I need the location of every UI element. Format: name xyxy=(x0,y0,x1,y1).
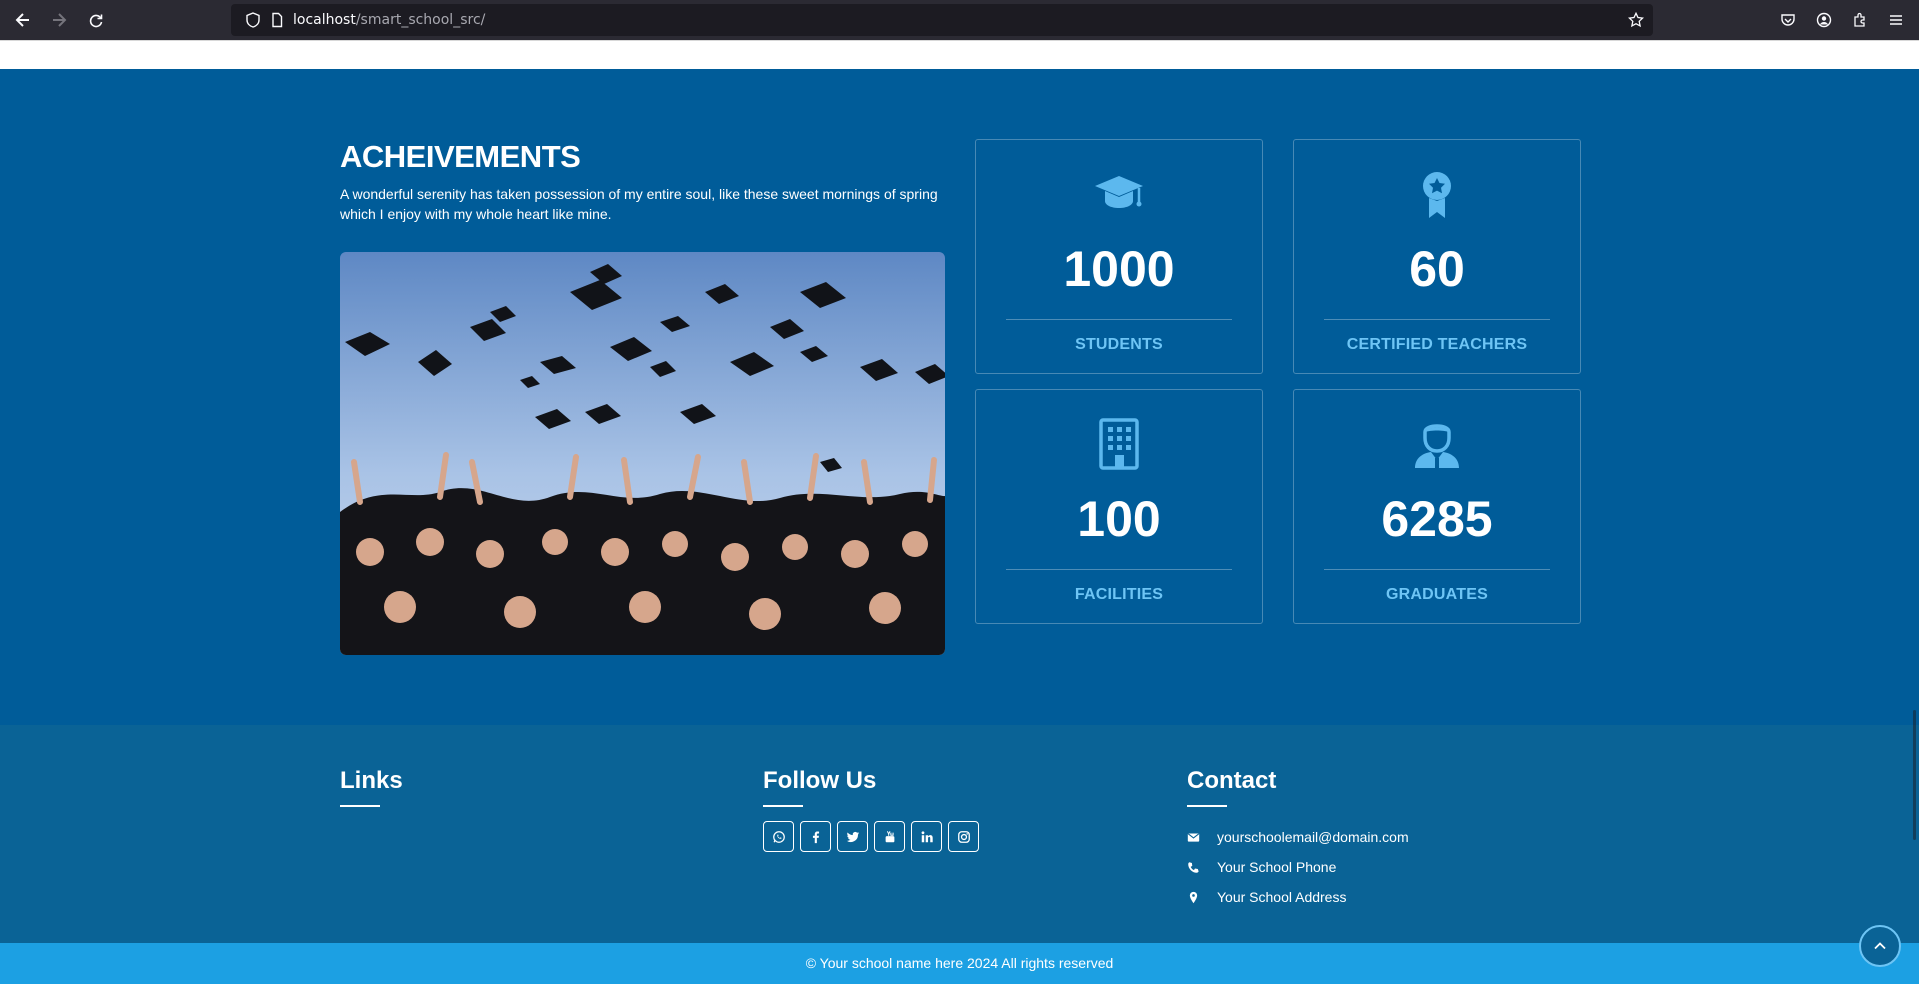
stat-label: FACILITIES xyxy=(1074,586,1164,603)
graduation-cap-icon xyxy=(976,168,1262,220)
envelope-icon xyxy=(1187,831,1217,844)
stat-value: 1000 xyxy=(1063,241,1175,297)
contact-email-row[interactable]: yourschoolemail@domain.com xyxy=(1187,827,1409,847)
linkedin-button[interactable] xyxy=(911,821,942,852)
twitter-button[interactable] xyxy=(837,821,868,852)
stat-card-facilities: 100 FACILITIES xyxy=(975,389,1263,624)
follow-us-heading: Follow Us xyxy=(763,767,877,794)
stat-value: 60 xyxy=(1409,241,1465,297)
url-text[interactable]: localhost/smart_school_src/ xyxy=(293,12,485,28)
heading-underline xyxy=(340,805,380,807)
stat-value: 100 xyxy=(1077,491,1161,547)
heading-underline xyxy=(763,805,803,807)
heading-underline xyxy=(1187,805,1227,807)
facebook-icon xyxy=(812,830,819,843)
stat-divider xyxy=(1006,319,1232,320)
linkedin-icon xyxy=(921,830,933,842)
contact-phone[interactable]: Your School Phone xyxy=(1217,859,1336,875)
stat-divider xyxy=(1324,569,1550,570)
contact-phone-row[interactable]: Your School Phone xyxy=(1187,857,1336,877)
stat-divider xyxy=(1006,569,1232,570)
menu-icon[interactable] xyxy=(1884,8,1908,32)
footer: Links Follow Us Contact yourschoolemail@… xyxy=(0,725,1919,943)
chevron-up-icon xyxy=(1874,942,1886,950)
url-path: /smart_school_src/ xyxy=(355,12,486,28)
stat-label: CERTIFIED TEACHERS xyxy=(1346,336,1528,353)
page-info-icon[interactable] xyxy=(269,12,285,28)
instagram-button[interactable] xyxy=(948,821,979,852)
facebook-button[interactable] xyxy=(800,821,831,852)
twitter-icon xyxy=(846,831,859,842)
building-icon xyxy=(976,418,1262,470)
scrollbar[interactable] xyxy=(1913,710,1916,840)
youtube-icon xyxy=(885,830,894,842)
account-icon[interactable] xyxy=(1812,8,1836,32)
stat-divider xyxy=(1324,319,1550,320)
bookmark-star-icon[interactable] xyxy=(1627,11,1645,28)
browser-toolbar: localhost/smart_school_src/ xyxy=(0,0,1919,40)
extensions-icon[interactable] xyxy=(1848,8,1872,32)
achievements-section: ACHEIVEMENTS A wonderful serenity has ta… xyxy=(0,69,1919,725)
graduate-user-icon xyxy=(1294,418,1580,470)
stat-value: 6285 xyxy=(1381,491,1493,547)
phone-icon xyxy=(1187,861,1217,874)
stat-label: GRADUATES xyxy=(1386,586,1488,603)
stat-card-students: 1000 STUDENTS xyxy=(975,139,1263,374)
forward-arrow-icon[interactable] xyxy=(47,8,71,32)
back-to-top-button[interactable] xyxy=(1859,925,1901,967)
url-host: localhost xyxy=(293,12,356,28)
youtube-button[interactable] xyxy=(874,821,905,852)
back-arrow-icon[interactable] xyxy=(11,8,35,32)
reload-icon[interactable] xyxy=(84,8,108,32)
stat-card-certified-teachers: 60 CERTIFIED TEACHERS xyxy=(1293,139,1581,374)
address-bar[interactable]: localhost/smart_school_src/ xyxy=(231,4,1653,36)
graduation-photo xyxy=(340,252,945,655)
contact-heading: Contact xyxy=(1187,767,1277,794)
achievements-title: ACHEIVEMENTS xyxy=(340,139,581,174)
copyright-text: © Your school name here 2024 All rights … xyxy=(805,955,1114,971)
contact-email[interactable]: yourschoolemail@domain.com xyxy=(1217,829,1409,845)
pocket-icon[interactable] xyxy=(1776,8,1800,32)
contact-address[interactable]: Your School Address xyxy=(1217,889,1346,905)
page-top-strip xyxy=(0,40,1919,69)
copyright-bar: © Your school name here 2024 All rights … xyxy=(0,943,1919,984)
links-heading: Links xyxy=(340,767,403,794)
contact-address-row[interactable]: Your School Address xyxy=(1187,887,1346,907)
shield-icon[interactable] xyxy=(245,12,261,28)
stat-card-graduates: 6285 GRADUATES xyxy=(1293,389,1581,624)
whatsapp-button[interactable] xyxy=(763,821,794,852)
award-ribbon-icon xyxy=(1294,168,1580,220)
whatsapp-icon xyxy=(772,830,785,843)
stat-label: STUDENTS xyxy=(1075,336,1163,353)
map-marker-icon xyxy=(1187,891,1217,904)
instagram-icon xyxy=(957,830,970,843)
achievements-description: A wonderful serenity has taken possessio… xyxy=(340,186,938,222)
